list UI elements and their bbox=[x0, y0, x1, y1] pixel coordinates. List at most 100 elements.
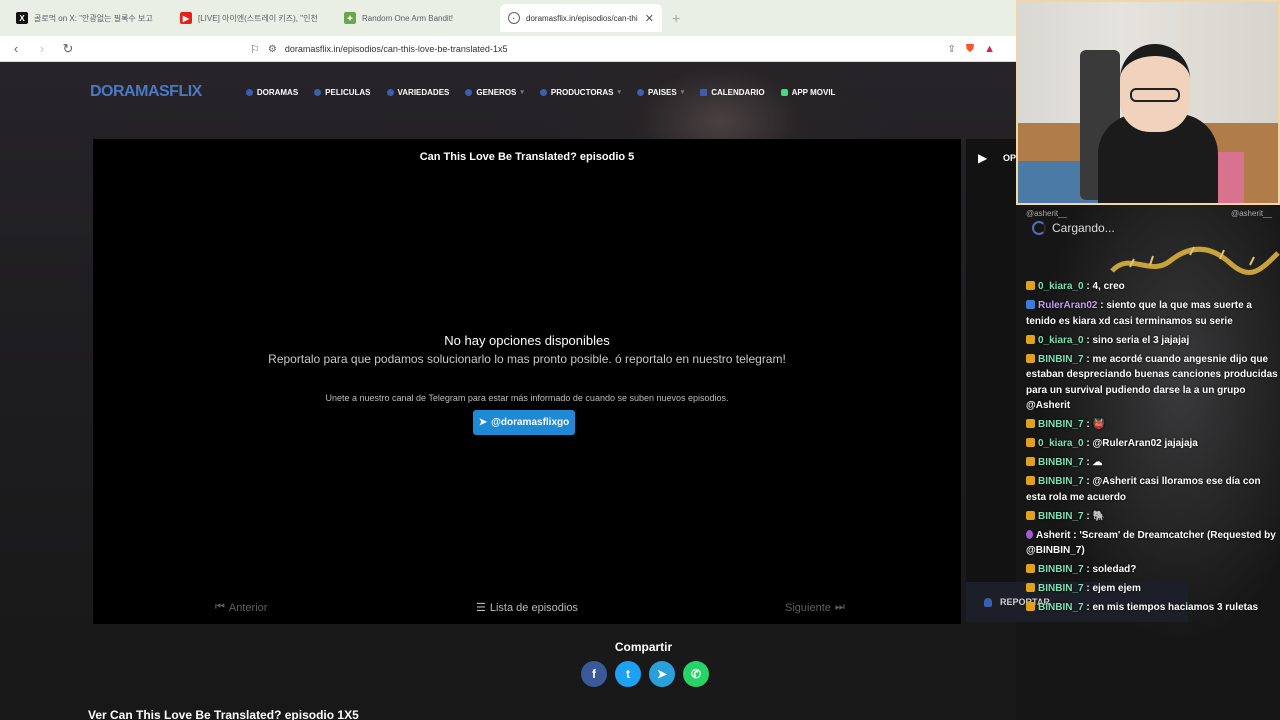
tab-title: [LIVE] 아이엔(스트레이 키즈), "인천 bbox=[198, 13, 318, 23]
bug-icon bbox=[984, 597, 992, 607]
video-player[interactable]: Can This Love Be Translated? episodio 5 … bbox=[93, 139, 961, 624]
chat-username[interactable]: BINBIN_7 bbox=[1038, 476, 1084, 487]
chat-username[interactable]: BINBIN_7 bbox=[1038, 419, 1084, 430]
bookmark-icon[interactable]: ⚐ bbox=[250, 43, 260, 56]
forward-icon[interactable]: › bbox=[32, 39, 52, 59]
screen: X 골로먹 on X: "안광없는 필록수 보고 ▶ [LIVE] 아이엔(스트… bbox=[0, 0, 1280, 720]
chat-message: 0_kiara_0 : sino seria el 3 jajajaj bbox=[1026, 333, 1278, 349]
chat-message: RulerAran02 : siento que la que mas suer… bbox=[1026, 298, 1278, 329]
chat-header: @asherit__ @asherit__ bbox=[1026, 209, 1280, 219]
reload-icon[interactable]: ↻ bbox=[58, 39, 78, 59]
webcam-pink-chair bbox=[1214, 152, 1244, 203]
site-info-icon[interactable]: ⚙ bbox=[268, 44, 277, 55]
nav-app-movil[interactable]: APP MOVIL bbox=[780, 87, 836, 97]
chat-badge-icon bbox=[1026, 529, 1033, 539]
chat-message: BINBIN_7 : en mis tiempos haciamos 3 rul… bbox=[1026, 600, 1278, 616]
brave-shield-icon[interactable]: ⛊ bbox=[966, 43, 974, 56]
chat-username[interactable]: 0_kiara_0 bbox=[1038, 438, 1084, 449]
chat-badge-icon bbox=[1026, 419, 1035, 428]
nav-label: PRODUCTORAS bbox=[550, 87, 614, 97]
chat-badge-icon bbox=[1026, 583, 1035, 592]
chat-badge-icon bbox=[1026, 438, 1035, 447]
rewards-icon[interactable]: ▲ bbox=[984, 43, 995, 55]
telegram-button[interactable]: ➤ @doramasflixgo bbox=[473, 410, 575, 435]
browser-tab-bar: X 골로먹 on X: "안광없는 필록수 보고 ▶ [LIVE] 아이엔(스트… bbox=[0, 0, 1016, 36]
browser-tab-1[interactable]: X 골로먹 on X: "안광없는 필록수 보고 bbox=[8, 4, 170, 32]
chat-username[interactable]: BINBIN_7 bbox=[1038, 511, 1084, 522]
twitter-icon[interactable]: t bbox=[615, 661, 641, 687]
chat-username[interactable]: 0_kiara_0 bbox=[1038, 335, 1084, 346]
site-logo[interactable]: DORAMASFLIX bbox=[90, 83, 202, 101]
chat-text: : soledad? bbox=[1086, 564, 1137, 575]
chat-badge-icon bbox=[1026, 602, 1035, 611]
telegram-share-icon[interactable]: ➤ bbox=[649, 661, 675, 687]
nav-paises[interactable]: PAISES ▾ bbox=[636, 87, 684, 97]
chat-username[interactable]: BINBIN_7 bbox=[1038, 602, 1084, 613]
nav-peliculas[interactable]: PELICULAS bbox=[314, 87, 371, 97]
report-message: Reportalo para que podamos solucionarlo … bbox=[268, 352, 786, 366]
nav-calendario[interactable]: CALENDARIO bbox=[700, 87, 765, 97]
browser-tab-3[interactable]: ✦ Random One Arm Bandit! bbox=[336, 4, 498, 32]
chat-badge-icon bbox=[1026, 457, 1035, 466]
no-options-message: No hay opciones disponibles bbox=[444, 333, 610, 348]
chat-username[interactable]: BINBIN_7 bbox=[1038, 564, 1084, 575]
episode-list-button[interactable]: ☰ Lista de episodios bbox=[476, 601, 578, 615]
options-label: OP bbox=[1003, 153, 1017, 163]
episode-title: Can This Love Be Translated? episodio 5 bbox=[419, 151, 635, 163]
chat-message: BINBIN_7 : me acordé cuando angesnie dij… bbox=[1026, 352, 1278, 414]
chat-username[interactable]: RulerAran02 bbox=[1038, 300, 1097, 311]
next-label: Siguiente bbox=[785, 601, 831, 614]
nav-label: VARIEDADES bbox=[397, 87, 450, 97]
prev-episode-button[interactable]: ⏮ Anterior bbox=[215, 601, 267, 614]
chat-header-left: @asherit__ bbox=[1026, 209, 1068, 218]
nav-generos-icon bbox=[465, 88, 473, 96]
spinner-icon bbox=[1032, 221, 1046, 235]
nav-label: PAISES bbox=[647, 87, 677, 97]
nav-variedades[interactable]: VARIEDADES bbox=[386, 87, 450, 97]
nav-label: GENEROS bbox=[476, 87, 517, 97]
chat-badge-icon bbox=[1026, 300, 1035, 309]
back-icon[interactable]: ‹ bbox=[6, 39, 26, 59]
chat-message: BINBIN_7 : soledad? bbox=[1026, 562, 1278, 578]
close-tab-icon[interactable]: ✕ bbox=[645, 12, 654, 25]
chat-message: BINBIN_7 : 👹 bbox=[1026, 417, 1278, 433]
chat-text: : ejem ejem bbox=[1086, 583, 1141, 594]
nav-label: CALENDARIO bbox=[711, 87, 765, 97]
play-icon[interactable]: ▶ bbox=[978, 151, 987, 165]
nav-label: APP MOVIL bbox=[791, 87, 836, 97]
next-episode-button[interactable]: Siguiente ⏭ bbox=[785, 601, 845, 614]
nav-variedades-icon bbox=[386, 88, 394, 96]
chat-text: : 4, creo bbox=[1086, 281, 1125, 292]
chat-message: 0_kiara_0 : 4, creo bbox=[1026, 279, 1278, 295]
browser-tab-active[interactable]: · doramasflix.in/episodios/can-thi ✕ bbox=[500, 4, 662, 32]
chat-username[interactable]: BINBIN_7 bbox=[1038, 354, 1084, 365]
browser-toolbar: ‹ › ↻ ⚐ ⚙ doramasflix.in/episodios/can-t… bbox=[0, 36, 1016, 62]
chat-message: 0_kiara_0 : @RulerAran02 jajajaja bbox=[1026, 436, 1278, 452]
nav-generos[interactable]: GENEROS ▾ bbox=[465, 88, 524, 97]
whatsapp-icon[interactable]: ✆ bbox=[683, 661, 709, 687]
tab-title: 골로먹 on X: "안광없는 필록수 보고 bbox=[34, 13, 153, 23]
loading-indicator: Cargando... bbox=[1032, 221, 1115, 235]
chat-username[interactable]: BINBIN_7 bbox=[1038, 457, 1084, 468]
chat-username[interactable]: BINBIN_7 bbox=[1038, 583, 1084, 594]
skip-forward-icon: ⏭ bbox=[834, 601, 845, 613]
share-icon[interactable]: ⇪ bbox=[947, 44, 955, 55]
chat-username[interactable]: 0_kiara_0 bbox=[1038, 281, 1084, 292]
nav-doramas[interactable]: DORAMAS bbox=[245, 88, 298, 97]
chat-username[interactable]: Asherit bbox=[1036, 530, 1070, 541]
facebook-icon[interactable]: f bbox=[581, 661, 607, 687]
new-tab-icon[interactable]: + bbox=[664, 10, 688, 26]
nav-productoras-icon bbox=[539, 88, 547, 96]
browser-tab-2[interactable]: ▶ [LIVE] 아이엔(스트레이 키즈), "인천 bbox=[172, 4, 334, 32]
address-bar[interactable]: ⚐ ⚙ doramasflix.in/episodios/can-this-lo… bbox=[250, 39, 995, 59]
share-title: Compartir bbox=[614, 640, 673, 654]
section-heading: Ver Can This Love Be Translated? episodi… bbox=[88, 708, 359, 720]
x-icon: X bbox=[16, 12, 28, 24]
android-icon bbox=[780, 88, 788, 96]
tab-title: Random One Arm Bandit! bbox=[362, 13, 454, 23]
chat-text: : 🐘 bbox=[1086, 510, 1105, 522]
episode-nav: ⏮ Anterior ☰ Lista de episodios Siguiente ⏭ bbox=[93, 601, 961, 617]
nav-productoras[interactable]: PRODUCTORAS ▾ bbox=[539, 87, 621, 97]
share-buttons: f t ➤ ✆ bbox=[581, 661, 709, 687]
nav-label: PELICULAS bbox=[325, 87, 371, 97]
